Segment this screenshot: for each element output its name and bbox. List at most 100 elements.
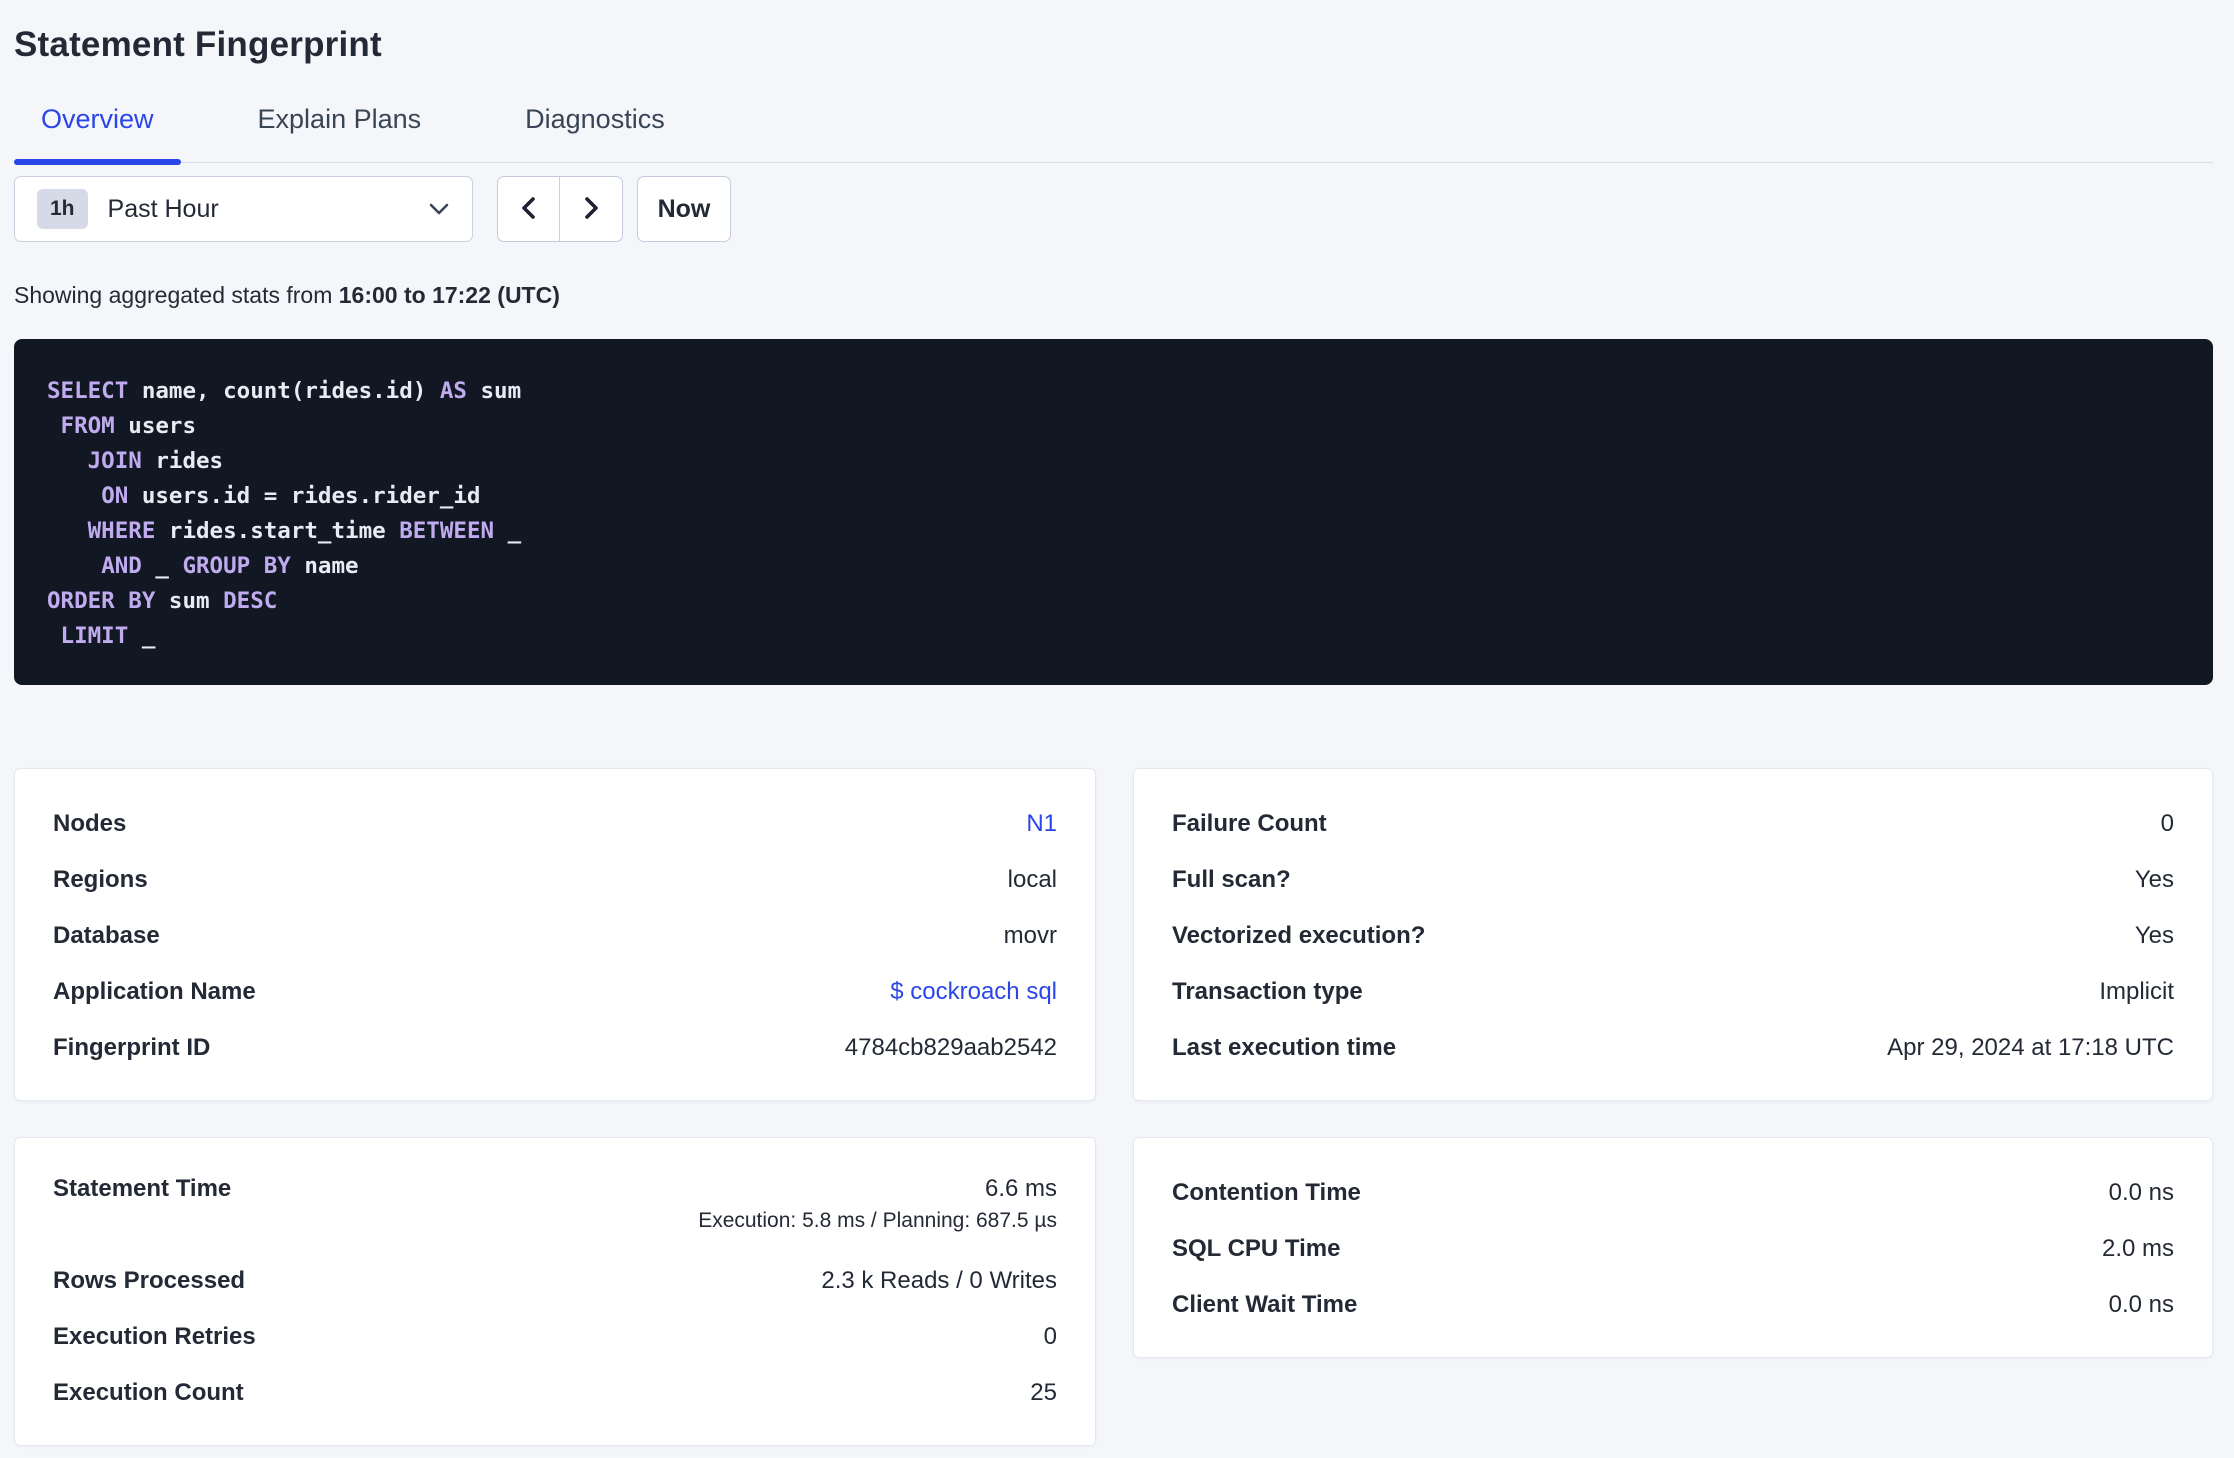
row-value-wrap: 0.0 ns: [2109, 1178, 2174, 1208]
overview-card-left: Nodes N1 Regions local Database movr Applicati…: [14, 768, 1096, 1101]
chevron-down-icon: [428, 202, 450, 216]
info-row: SQL CPU Time 2.0 ms: [1172, 1221, 2174, 1277]
row-value-wrap: 0: [1044, 1322, 1057, 1352]
row-label: Nodes: [53, 810, 127, 837]
sql-line: LIMIT _: [60, 623, 156, 649]
sql-line: ON users.id = rides.rider_id: [101, 483, 481, 509]
chevron-left-icon: [517, 194, 541, 225]
info-row: Nodes N1: [53, 796, 1057, 852]
tab-explain-plans[interactable]: Explain Plans: [231, 102, 449, 162]
info-row: Fingerprint ID 4784cb829aab2542: [53, 1020, 1057, 1076]
row-label: Database: [53, 922, 160, 949]
row-value: 0: [1043, 1323, 1057, 1350]
aggregated-stats-text: Showing aggregated stats from 16:00 to 1…: [14, 282, 2213, 309]
row-subvalue: Execution: 5.8 ms / Planning: 687.5 µs: [698, 1209, 1057, 1232]
sql-line: AND _ GROUP BY name: [101, 553, 359, 579]
timing-card-right: Contention Time 0.0 ns SQL CPU Time 2.0 ms C…: [1133, 1137, 2213, 1358]
info-row: Regions local: [53, 852, 1057, 908]
row-value: Apr 29, 2024 at 17:18 UTC: [1887, 1034, 2174, 1061]
row-label: Regions: [53, 866, 148, 893]
row-label: Rows Processed: [53, 1267, 246, 1294]
row-value: Implicit: [2099, 978, 2174, 1005]
summary-cards: Nodes N1 Regions local Database movr Applicati…: [14, 768, 2213, 1446]
sql-line: WHERE rides.start_time BETWEEN _: [87, 518, 522, 544]
info-row: Rows Processed 2.3 k Reads / 0 Writes: [53, 1253, 1057, 1309]
sql-statement-box: SELECT name, count(rides.id) AS sum FROM…: [14, 339, 2213, 685]
info-row: Application Name $ cockroach sql: [53, 964, 1057, 1020]
info-row: Vectorized execution? Yes: [1172, 908, 2174, 964]
row-value: 2.3 k Reads / 0 Writes: [821, 1267, 1057, 1294]
row-value-wrap: movr: [1004, 921, 1057, 951]
tab-overview[interactable]: Overview: [14, 102, 181, 165]
row-value: Yes: [2134, 922, 2174, 949]
row-label: Execution Retries: [53, 1323, 256, 1350]
row-value: 0.0 ns: [2108, 1179, 2174, 1206]
time-interval-select[interactable]: 1h Past Hour: [14, 176, 473, 242]
page-title: Statement Fingerprint: [14, 25, 382, 64]
stats-range: 16:00 to 17:22 (UTC): [338, 282, 560, 308]
info-row: Contention Time 0.0 ns: [1172, 1165, 2174, 1221]
sql-line: FROM users: [60, 413, 197, 439]
info-row: Full scan? Yes: [1172, 852, 2174, 908]
statement-fingerprint-page: Statement Fingerprint Overview Explain Pl…: [0, 0, 2234, 1446]
row-label: Fingerprint ID: [53, 1034, 211, 1061]
sql-line: JOIN rides: [87, 448, 224, 474]
timing-card-left: Statement Time 6.6 ms Execution: 5.8 ms / …: [14, 1137, 1096, 1446]
info-row: Execution Retries 0: [53, 1309, 1057, 1365]
info-row: Transaction type Implicit: [1172, 964, 2174, 1020]
time-toolbar: 1h Past Hour Now: [14, 176, 2213, 242]
row-value-wrap: $ cockroach sql: [890, 977, 1057, 1007]
info-row: Last execution time Apr 29, 2024 at 17:18…: [1172, 1020, 2174, 1076]
sql-line: SELECT name, count(rides.id) AS sum: [47, 378, 522, 404]
row-label: Application Name: [53, 978, 256, 1005]
row-label: Execution Count: [53, 1379, 244, 1406]
row-value: 25: [1030, 1379, 1057, 1406]
row-value-wrap: Implicit: [2099, 977, 2174, 1007]
sql-line: ORDER BY sum DESC: [47, 588, 278, 614]
row-value-wrap: 25: [1030, 1378, 1057, 1408]
row-label: SQL CPU Time: [1172, 1235, 1341, 1262]
row-value-wrap: N1: [1026, 809, 1057, 839]
row-value: movr: [1003, 922, 1057, 949]
info-row: Database movr: [53, 908, 1057, 964]
interval-badge: 1h: [37, 189, 88, 229]
info-row: Statement Time 6.6 ms Execution: 5.8 ms / …: [53, 1165, 1057, 1253]
row-value: 4784cb829aab2542: [844, 1034, 1057, 1061]
row-label: Last execution time: [1172, 1034, 1397, 1061]
info-row: Client Wait Time 0.0 ns: [1172, 1277, 2174, 1333]
row-label: Full scan?: [1172, 866, 1291, 893]
row-label: Contention Time: [1172, 1179, 1361, 1206]
row-value: 0.0 ns: [2108, 1291, 2174, 1318]
row-value-wrap: 0.0 ns: [2109, 1290, 2174, 1320]
tab-diagnostics[interactable]: Diagnostics: [498, 102, 692, 162]
tab-bar: Overview Explain Plans Diagnostics: [14, 102, 2213, 165]
row-label: Statement Time: [53, 1175, 232, 1202]
overview-card-right: Failure Count 0 Full scan? Yes Vectorized ex…: [1133, 768, 2213, 1101]
row-value: local: [1007, 866, 1057, 893]
row-label: Failure Count: [1172, 810, 1327, 837]
row-value-wrap: Yes: [2135, 865, 2174, 895]
now-button[interactable]: Now: [637, 176, 731, 242]
row-value-link[interactable]: N1: [1026, 809, 1057, 839]
row-label: Vectorized execution?: [1172, 922, 1426, 949]
chevron-right-icon: [579, 194, 603, 225]
interval-label: Past Hour: [107, 194, 219, 223]
time-nav-group: [497, 176, 623, 242]
row-label: Client Wait Time: [1172, 1291, 1358, 1318]
row-value: Yes: [2134, 866, 2174, 893]
row-value-wrap: 2.0 ms: [2102, 1234, 2174, 1264]
info-row: Failure Count 0: [1172, 796, 2174, 852]
next-interval-button[interactable]: [560, 177, 622, 241]
stats-prefix: Showing aggregated stats from: [14, 282, 339, 308]
row-value-wrap: 2.3 k Reads / 0 Writes: [821, 1266, 1057, 1296]
row-value: 6.6 ms: [984, 1175, 1057, 1202]
row-label: Transaction type: [1172, 978, 1363, 1005]
row-value-wrap: 6.6 ms Execution: 5.8 ms / Planning: 687.…: [698, 1174, 1057, 1234]
row-value: 2.0 ms: [2101, 1235, 2174, 1262]
row-value-wrap: 4784cb829aab2542: [845, 1033, 1057, 1063]
prev-interval-button[interactable]: [498, 177, 560, 241]
row-value-wrap: Yes: [2135, 921, 2174, 951]
row-value-link[interactable]: $ cockroach sql: [890, 977, 1057, 1007]
row-value: 0: [2160, 810, 2174, 837]
row-value-wrap: Apr 29, 2024 at 17:18 UTC: [1887, 1033, 2174, 1063]
